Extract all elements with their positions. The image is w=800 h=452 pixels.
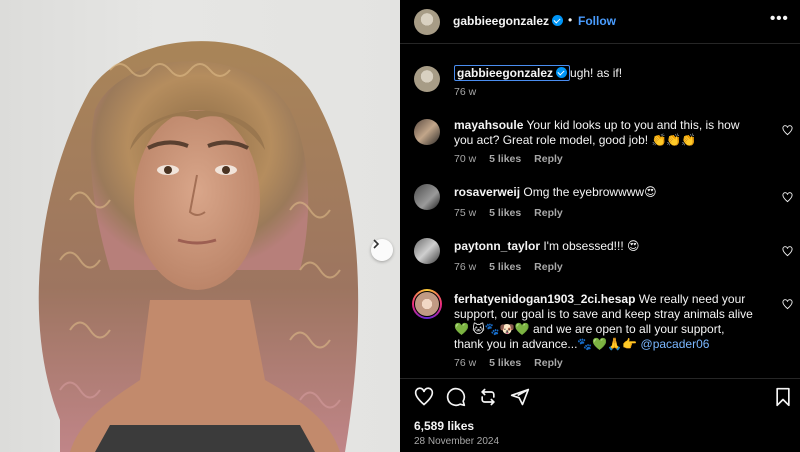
heart-icon[interactable] bbox=[782, 125, 793, 136]
comment-username[interactable]: mayahsoule bbox=[454, 118, 523, 132]
send-icon[interactable] bbox=[510, 387, 530, 407]
comment-likes[interactable]: 5 likes bbox=[489, 261, 521, 273]
avatar[interactable] bbox=[414, 184, 440, 210]
verified-badge-icon bbox=[556, 67, 568, 78]
author-username[interactable]: gabbieegonzalez bbox=[453, 14, 564, 28]
avatar[interactable] bbox=[414, 119, 440, 145]
post-panel: gabbieegonzalez • Follow ••• gabbieegonz… bbox=[400, 0, 800, 452]
separator-dot: • bbox=[568, 13, 573, 27]
more-options-icon[interactable]: ••• bbox=[770, 10, 789, 27]
timestamp[interactable]: 75 w bbox=[454, 207, 476, 219]
caption-username[interactable]: gabbieegonzalez bbox=[454, 65, 571, 81]
bookmark-icon[interactable] bbox=[774, 387, 792, 407]
comment-meta: 76 w 5 likes Reply bbox=[454, 261, 573, 273]
comment-text: paytonn_taylor I'm obsessed!!! 😍 bbox=[454, 239, 640, 253]
follow-button[interactable]: Follow bbox=[578, 14, 616, 28]
comment-username[interactable]: paytonn_taylor bbox=[454, 239, 540, 253]
comments-list: gabbieegonzalez ugh! as if! 76 w mayahsou… bbox=[400, 44, 800, 378]
carousel-next-button[interactable] bbox=[371, 239, 393, 261]
avatar[interactable] bbox=[414, 9, 440, 35]
heart-icon[interactable] bbox=[782, 246, 793, 257]
timestamp[interactable]: 70 w bbox=[454, 153, 476, 165]
comment-text: mayahsoule Your kid looks up to you and … bbox=[454, 118, 740, 147]
likes-count[interactable]: 6,589 likes bbox=[414, 419, 474, 433]
post-actions: 6,589 likes 28 November 2024 bbox=[400, 378, 800, 452]
timestamp[interactable]: 76 w bbox=[454, 357, 476, 369]
chevron-right-icon bbox=[373, 239, 380, 249]
comment-meta: 70 w 5 likes Reply bbox=[454, 153, 573, 165]
avatar[interactable] bbox=[414, 238, 440, 264]
comment-text: rosaverweij Omg the eyebrowwww😍 bbox=[454, 185, 657, 199]
comment-likes[interactable]: 5 likes bbox=[489, 207, 521, 219]
reply-button[interactable]: Reply bbox=[534, 261, 563, 273]
comment-username[interactable]: rosaverweij bbox=[454, 185, 520, 199]
caption-meta: 76 w bbox=[454, 86, 486, 98]
comment-meta: 75 w 5 likes Reply bbox=[454, 207, 573, 219]
post-date: 28 November 2024 bbox=[414, 436, 500, 447]
heart-icon[interactable] bbox=[414, 387, 434, 407]
post-header: gabbieegonzalez • Follow ••• bbox=[400, 0, 800, 44]
comment-username[interactable]: ferhatyenidogan1903_2ci.hesap bbox=[454, 292, 635, 306]
portrait-image bbox=[38, 41, 359, 452]
avatar[interactable] bbox=[414, 66, 440, 92]
reply-button[interactable]: Reply bbox=[534, 153, 563, 165]
comment-icon[interactable] bbox=[446, 387, 466, 407]
heart-icon[interactable] bbox=[782, 192, 793, 203]
mention-link[interactable]: @pacader06 bbox=[641, 337, 710, 351]
comment-likes[interactable]: 5 likes bbox=[489, 357, 521, 369]
post-photo bbox=[0, 0, 400, 452]
timestamp[interactable]: 76 w bbox=[454, 86, 476, 98]
repost-icon[interactable] bbox=[478, 387, 498, 407]
avatar[interactable] bbox=[414, 291, 440, 317]
timestamp[interactable]: 76 w bbox=[454, 261, 476, 273]
heart-icon[interactable] bbox=[782, 299, 793, 310]
reply-button[interactable]: Reply bbox=[534, 207, 563, 219]
story-ring[interactable] bbox=[412, 289, 442, 319]
comment-text: ferhatyenidogan1903_2ci.hesap We really … bbox=[454, 292, 753, 351]
verified-badge-icon bbox=[552, 15, 564, 26]
reply-button[interactable]: Reply bbox=[534, 357, 563, 369]
comment-likes[interactable]: 5 likes bbox=[489, 153, 521, 165]
comment-meta: 76 w 5 likes Reply bbox=[454, 357, 573, 369]
caption-text: gabbieegonzalez ugh! as if! bbox=[454, 65, 754, 81]
